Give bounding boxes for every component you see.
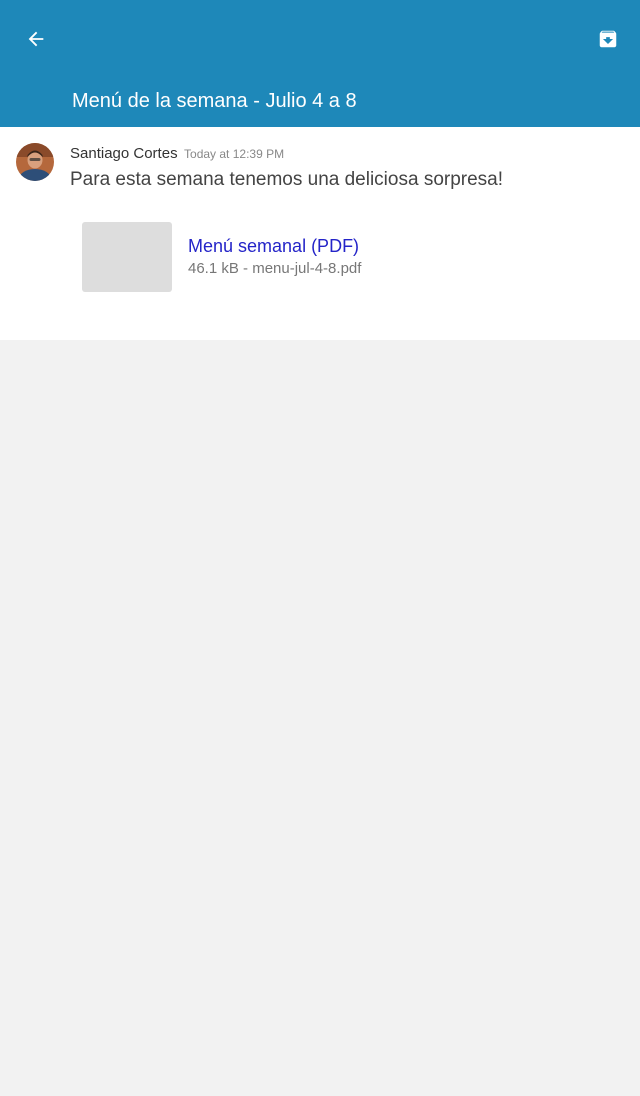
arrow-left-icon bbox=[28, 31, 44, 47]
attachment-thumbnail[interactable] bbox=[82, 222, 172, 292]
avatar-image bbox=[16, 143, 54, 181]
back-button[interactable] bbox=[18, 21, 54, 57]
author-name[interactable]: Santiago Cortes bbox=[70, 145, 178, 162]
app-bar: Menú de la semana - Julio 4 a 8 bbox=[0, 0, 640, 127]
archive-download-icon bbox=[599, 30, 617, 48]
page-title: Menú de la semana - Julio 4 a 8 bbox=[72, 90, 357, 112]
archive-button[interactable] bbox=[590, 21, 626, 57]
avatar[interactable] bbox=[16, 143, 54, 181]
attachment[interactable]: Menú semanal (PDF) 46.1 kB - menu-jul-4-… bbox=[82, 222, 562, 292]
message-body: Para esta semana tenemos una deliciosa s… bbox=[70, 169, 504, 190]
message-card: Santiago Cortes Today at 12:39 PM Para e… bbox=[0, 127, 640, 340]
message-header: Santiago Cortes Today at 12:39 PM bbox=[70, 145, 284, 163]
attachment-meta: 46.1 kB - menu-jul-4-8.pdf bbox=[188, 260, 362, 277]
timestamp: Today at 12:39 PM bbox=[184, 147, 285, 161]
attachment-title[interactable]: Menú semanal (PDF) bbox=[188, 236, 359, 257]
